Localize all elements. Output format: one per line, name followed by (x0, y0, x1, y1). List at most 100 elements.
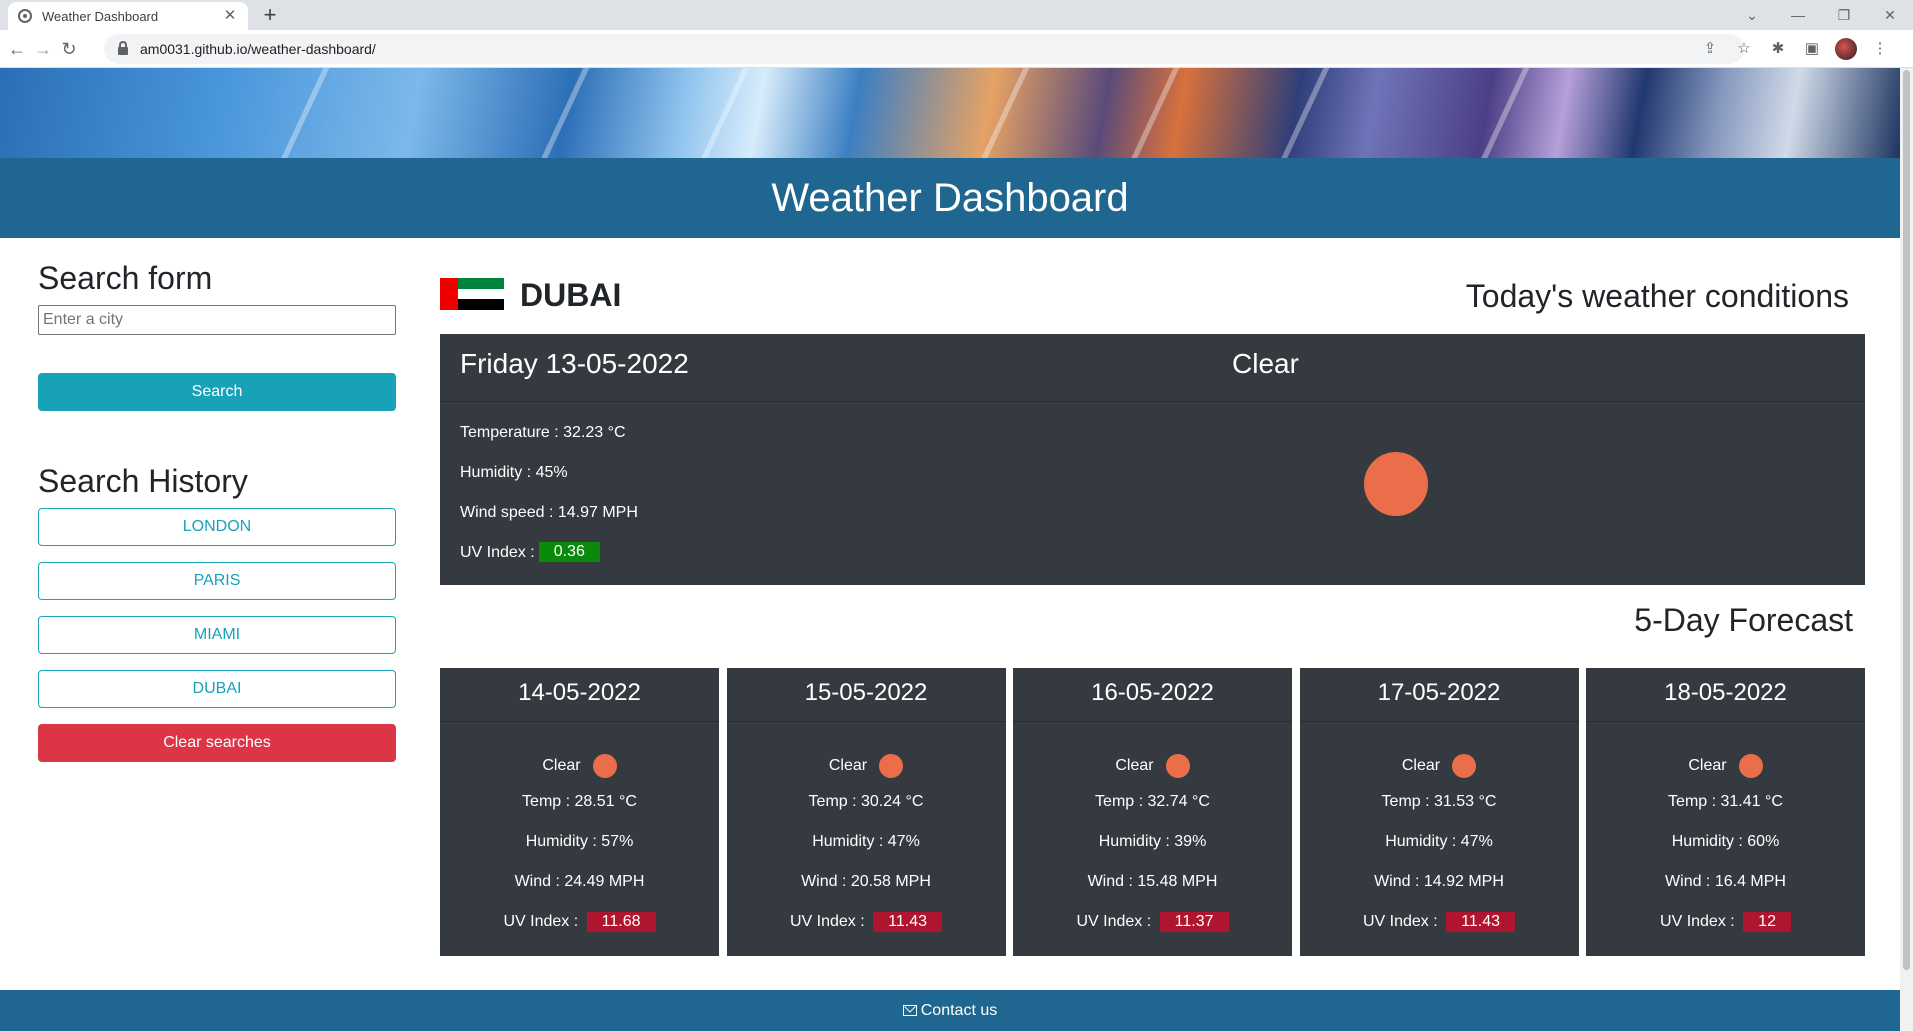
today-temperature: Temperature : 32.23 °C (460, 424, 626, 441)
search-button[interactable]: Search (38, 373, 396, 411)
forecast-wind: Wind : 15.48 MPH (1087, 873, 1218, 890)
uae-flag-icon (440, 278, 504, 310)
close-window-icon[interactable]: ✕ (1867, 7, 1913, 24)
address-bar[interactable]: am0031.github.io/weather-dashboard/ (104, 34, 1744, 64)
history-item-miami[interactable]: MIAMI (38, 616, 396, 654)
forecast-temp: Temp : 30.24 °C (808, 793, 924, 810)
main-content: DUBAI Today's weather conditions Friday … (440, 268, 1865, 956)
minimize-icon[interactable]: — (1775, 7, 1821, 23)
page-scrollbar[interactable] (1900, 68, 1913, 1031)
today-card-body: Temperature : 32.23 °C Humidity : 45% Wi… (440, 402, 1865, 582)
forecast-uv: UV Index : 11.43 (1300, 902, 1579, 942)
close-tab-icon[interactable]: ✕ (222, 8, 238, 24)
uv-label: UV Index : (1076, 913, 1152, 930)
extensions-icon[interactable]: ✱ (1765, 36, 1791, 62)
profile-avatar[interactable] (1835, 38, 1857, 60)
uv-label: UV Index : (1660, 913, 1735, 930)
uv-badge: 11.43 (1446, 912, 1515, 932)
uv-badge: 11.37 (1159, 912, 1229, 932)
forecast-humidity: Humidity : 39% (1098, 833, 1207, 850)
page-title: Weather Dashboard (771, 175, 1129, 220)
forecast-date: 14-05-2022 (440, 668, 719, 722)
forecast-uv: UV Index : 11.68 (440, 902, 719, 942)
back-icon[interactable]: ← (4, 36, 30, 62)
history-item-dubai[interactable]: DUBAI (38, 670, 396, 708)
search-form-heading: Search form (38, 260, 213, 296)
browser-toolbar: ← → ↻ am0031.github.io/weather-dashboard… (0, 30, 1913, 68)
forecast-condition: Clear (1401, 757, 1441, 774)
contact-link[interactable]: Contact us (902, 1001, 998, 1020)
forecast-uv: UV Index : 12 (1586, 902, 1865, 942)
envelope-icon (902, 1005, 917, 1016)
city-search-input[interactable] (38, 305, 396, 335)
restore-icon[interactable]: ❐ (1821, 7, 1867, 24)
uv-label: UV Index : (460, 544, 535, 561)
uv-badge: 11.43 (873, 912, 942, 932)
uv-label: UV Index : (1362, 913, 1438, 930)
forward-icon[interactable]: → (30, 36, 56, 62)
uv-badge: 11.68 (586, 912, 656, 932)
today-weather-card: Friday 13-05-2022 Clear Temperature : 32… (440, 334, 1865, 585)
forecast-condition: Clear (542, 757, 581, 774)
city-header: DUBAI Today's weather conditions (440, 268, 1865, 324)
uv-label: UV Index : (503, 913, 579, 930)
history-item-paris[interactable]: PARIS (38, 562, 396, 600)
lock-icon (118, 41, 128, 55)
forecast-condition: Clear (1115, 757, 1154, 774)
sun-icon (1165, 754, 1190, 778)
forecast-date: 18-05-2022 (1586, 668, 1865, 722)
side-panel-icon[interactable]: ▣ (1799, 36, 1825, 62)
browser-tab[interactable]: Weather Dashboard ✕ (8, 2, 248, 30)
forecast-temp: Temp : 31.53 °C (1381, 793, 1497, 810)
uv-badge: 0.36 (538, 542, 600, 562)
forecast-temp: Temp : 32.74 °C (1095, 793, 1210, 810)
history-item-london[interactable]: LONDON (38, 508, 396, 546)
uv-label: UV Index : (789, 913, 865, 930)
window-controls: ⌄ — ❐ ✕ (1729, 0, 1913, 30)
footer: Contact us (0, 990, 1900, 1031)
scrollbar-thumb[interactable] (1903, 70, 1910, 970)
contact-label: Contact us (920, 1001, 998, 1019)
forecast-condition: Clear (1688, 757, 1727, 774)
forecast-card: 15-05-2022 Clear Temp : 30.24 °C Humidit… (726, 668, 1006, 956)
today-wind: Wind speed : 14.97 MPH (460, 504, 638, 521)
forecast-cards: 14-05-2022 Clear Temp : 28.51 °C Humidit… (440, 668, 1865, 956)
forecast-card: 17-05-2022 Clear Temp : 31.53 °C Humidit… (1299, 668, 1579, 956)
forecast-card: 16-05-2022 Clear Temp : 32.74 °C Humidit… (1013, 668, 1292, 956)
forecast-wind: Wind : 16.4 MPH (1665, 873, 1786, 890)
bookmark-star-icon[interactable]: ☆ (1731, 36, 1757, 62)
forecast-card: 14-05-2022 Clear Temp : 28.51 °C Humidit… (440, 668, 719, 956)
sun-icon (879, 754, 904, 778)
forecast-wind: Wind : 24.49 MPH (514, 873, 645, 890)
uv-badge: 12 (1743, 912, 1791, 932)
forecast-temp: Temp : 31.41 °C (1668, 793, 1783, 810)
header: Weather Dashboard (0, 158, 1900, 238)
forecast-uv: UV Index : 11.43 (727, 902, 1006, 942)
new-tab-button[interactable]: + (256, 2, 284, 28)
share-icon[interactable]: ⇪ (1697, 36, 1723, 62)
browser-tab-bar: Weather Dashboard ✕ + ⌄ — ❐ ✕ (0, 0, 1913, 30)
tab-title: Weather Dashboard (42, 8, 159, 24)
weather-banner-image (0, 68, 1900, 158)
forecast-uv: UV Index : 11.37 (1013, 902, 1292, 942)
forecast-humidity: Humidity : 47% (812, 833, 920, 850)
url-text: am0031.github.io/weather-dashboard/ (140, 41, 376, 57)
sun-icon (1738, 754, 1763, 778)
sun-icon (1364, 452, 1428, 516)
sun-icon (1452, 754, 1477, 778)
forecast-wind: Wind : 20.58 MPH (801, 873, 931, 890)
page: Weather Dashboard Search form Search Sea… (0, 68, 1900, 1031)
forecast-humidity: Humidity : 60% (1671, 833, 1780, 850)
reload-icon[interactable]: ↻ (56, 36, 82, 62)
today-date: Friday 13-05-2022 (460, 348, 689, 379)
forecast-wind: Wind : 14.92 MPH (1374, 873, 1504, 890)
forecast-condition: Clear (828, 757, 868, 774)
tab-search-icon[interactable]: ⌄ (1729, 7, 1775, 24)
today-humidity: Humidity : 45% (460, 464, 568, 481)
forecast-humidity: Humidity : 57% (525, 833, 634, 850)
clear-searches-button[interactable]: Clear searches (38, 724, 396, 762)
globe-icon (18, 9, 32, 23)
forecast-humidity: Humidity : 47% (1385, 833, 1493, 850)
today-uv: UV Index :0.36 (460, 542, 1845, 582)
menu-kebab-icon[interactable]: ⋮ (1867, 36, 1893, 62)
